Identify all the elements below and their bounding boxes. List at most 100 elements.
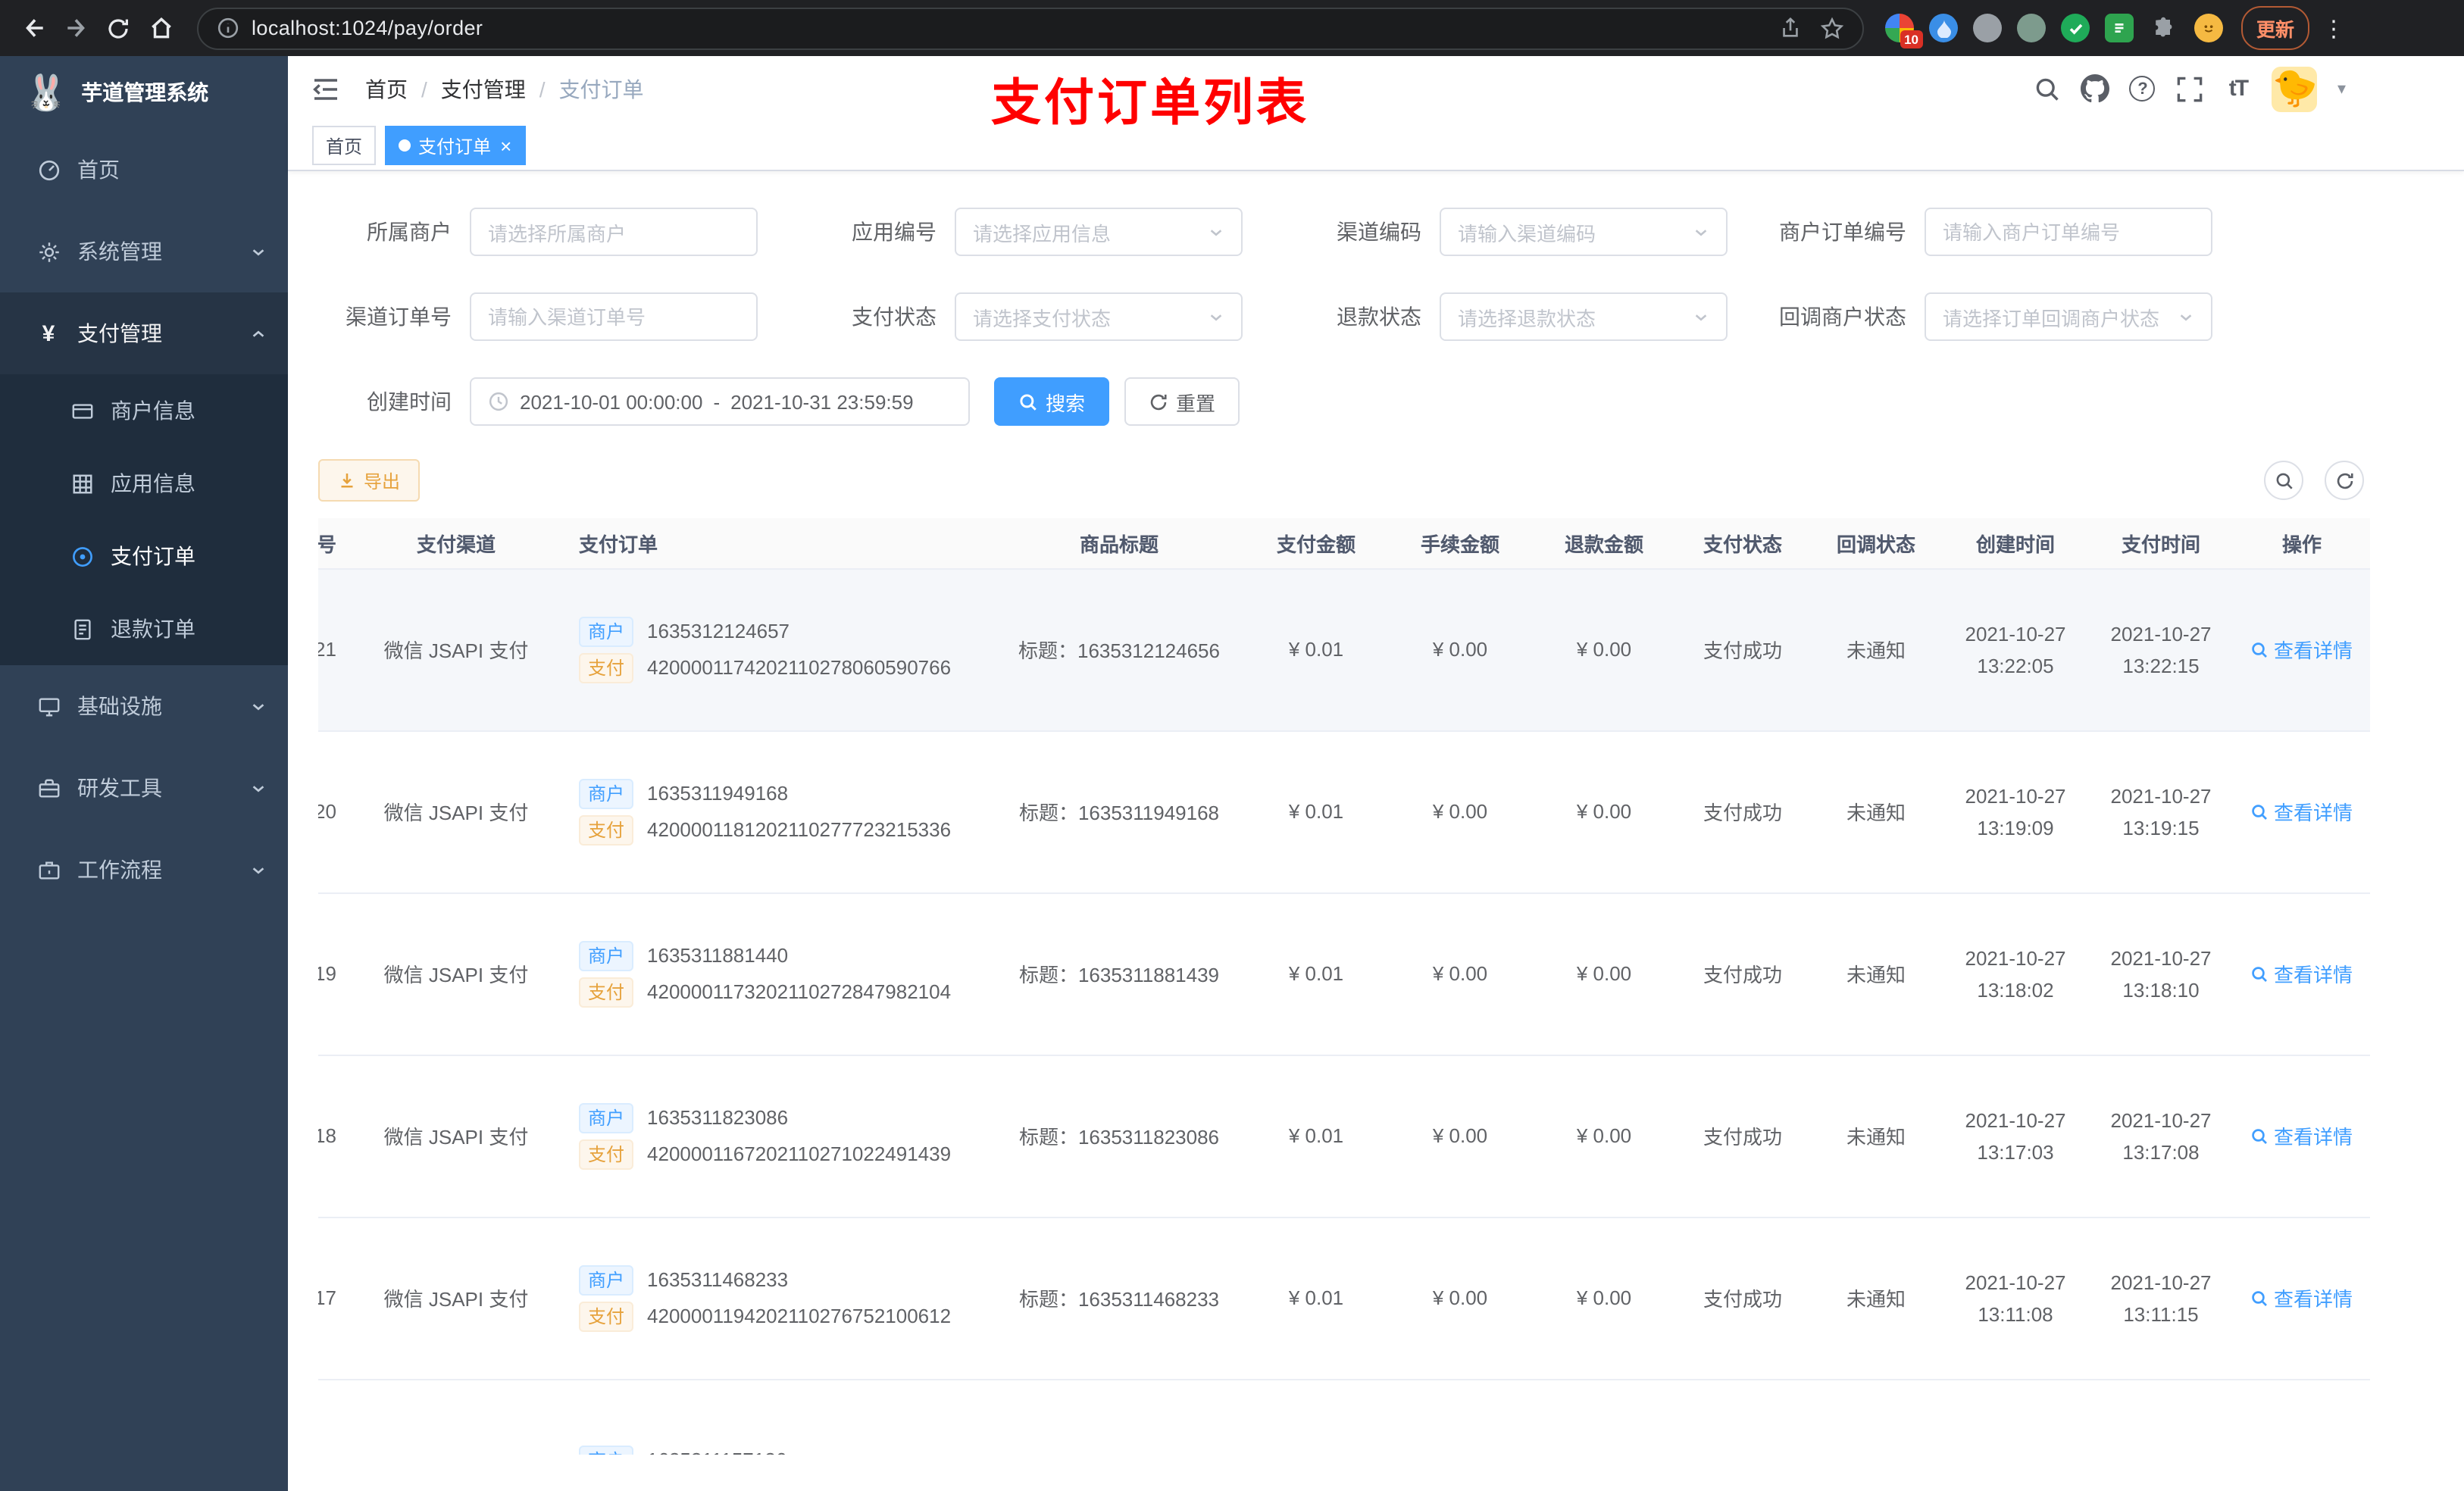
merchant-order-no-input[interactable] bbox=[1925, 208, 2212, 256]
cell-amount: ¥ 0.01 bbox=[1244, 568, 1388, 731]
cell-id bbox=[318, 1379, 373, 1455]
browser-menu-icon[interactable]: ⋮ bbox=[2322, 14, 2346, 42]
pay-tag: 支付 bbox=[579, 652, 634, 683]
user-avatar[interactable]: 🐤 bbox=[2272, 66, 2318, 111]
cell-channel: 微信 JSAPI 支付 bbox=[373, 1055, 539, 1217]
tab-label: 首页 bbox=[326, 136, 363, 157]
sidebar-item-label: 退款订单 bbox=[111, 617, 195, 641]
search-icon bbox=[2275, 472, 2292, 489]
sidebar-item-dev-tools[interactable]: 研发工具 bbox=[0, 747, 288, 829]
bookmark-star-icon[interactable] bbox=[1820, 16, 1844, 40]
forward-icon[interactable] bbox=[55, 7, 97, 49]
view-detail-link[interactable]: 查看详情 bbox=[2251, 959, 2353, 988]
app-select[interactable]: 请选择应用信息 bbox=[955, 208, 1243, 256]
gear-icon bbox=[36, 239, 61, 264]
cell-channel: 微信 JSAPI 支付 bbox=[373, 730, 539, 893]
browser-update-button[interactable]: 更新 bbox=[2241, 6, 2310, 50]
extensions-puzzle-icon[interactable] bbox=[2149, 13, 2179, 43]
view-detail-link[interactable]: 查看详情 bbox=[2251, 1121, 2353, 1150]
breadcrumb-section[interactable]: 支付管理 bbox=[441, 73, 526, 104]
merchant-order-no: 1635311949168 bbox=[647, 782, 789, 805]
cell-fee: ¥ 0.00 bbox=[1388, 568, 1532, 731]
site-info-icon[interactable] bbox=[217, 17, 239, 39]
refund-status-select[interactable]: 请选择退款状态 bbox=[1440, 292, 1728, 341]
extension-chat-icon[interactable] bbox=[2105, 14, 2134, 42]
filter-label-merchant: 所属商户 bbox=[367, 220, 452, 244]
page-content: 所属商户 请选择所属商户 应用编号 请选择应用信息 渠道编码 请输入渠道编码 商… bbox=[288, 171, 2464, 1491]
extension-colorful-icon[interactable]: 10 bbox=[1885, 14, 1923, 48]
cell-fee: ¥ 0.00 bbox=[1388, 730, 1532, 893]
view-detail-link[interactable]: 查看详情 bbox=[2251, 797, 2353, 826]
tab-pay-order[interactable]: 支付订单 × bbox=[385, 126, 526, 165]
sidebar-item-pay[interactable]: ¥ 支付管理 bbox=[0, 292, 288, 374]
sidebar-item-app-info[interactable]: 应用信息 bbox=[0, 447, 288, 520]
merchant-tag: 商户 bbox=[579, 940, 634, 971]
toggle-search-button[interactable] bbox=[2264, 461, 2303, 500]
export-button[interactable]: 导出 bbox=[318, 459, 421, 502]
reload-icon[interactable] bbox=[97, 7, 139, 49]
channel-order-no-input[interactable] bbox=[470, 292, 758, 341]
sidebar-item-pay-order[interactable]: 支付订单 bbox=[0, 520, 288, 592]
merchant-order-no: 1635311468233 bbox=[647, 1268, 789, 1291]
refresh-table-button[interactable] bbox=[2325, 461, 2364, 500]
merchant-select[interactable]: 请选择所属商户 bbox=[470, 208, 758, 256]
github-icon[interactable] bbox=[2081, 74, 2110, 103]
cell-notify: 未通知 bbox=[1809, 892, 1943, 1055]
breadcrumb-home[interactable]: 首页 bbox=[365, 73, 408, 104]
search-icon[interactable] bbox=[2033, 74, 2062, 103]
fullscreen-icon[interactable] bbox=[2175, 74, 2204, 103]
extension-sage-icon[interactable] bbox=[2017, 14, 2046, 42]
reset-button[interactable]: 重置 bbox=[1124, 377, 1240, 426]
search-button[interactable]: 搜索 bbox=[994, 377, 1110, 426]
tab-close-icon[interactable]: × bbox=[500, 136, 511, 155]
cell-create-time: 2021-10-27 13:22:05 bbox=[1943, 568, 2088, 731]
cell-create-time: 2021-10-27 13:11:08 bbox=[1943, 1217, 2088, 1380]
channel-code-select[interactable]: 请输入渠道编码 bbox=[1440, 208, 1728, 256]
caret-down-icon[interactable]: ▾ bbox=[2337, 79, 2346, 98]
cell-id: 117 bbox=[318, 1217, 373, 1380]
cell-fee: ¥ 0.00 bbox=[1388, 1217, 1532, 1380]
extension-drop-icon[interactable] bbox=[1929, 14, 1958, 42]
url-text: localhost:1024/pay/order bbox=[252, 17, 483, 39]
extension-check-icon[interactable] bbox=[2061, 14, 2090, 42]
profile-avatar-icon[interactable] bbox=[2194, 14, 2223, 42]
share-icon[interactable] bbox=[1779, 17, 1802, 39]
search-icon bbox=[1020, 393, 1037, 410]
top-navbar: 首页 / 支付管理 / 支付订单 支付订单列表 ? tT 🐤 ▾ bbox=[288, 56, 2464, 130]
cell-title: 标题：1635311468233 bbox=[994, 1217, 1244, 1380]
sidebar-item-label: 基础设施 bbox=[77, 694, 162, 718]
channel-order-no: 4200001194202110276752100612 bbox=[647, 1305, 952, 1327]
cell-status bbox=[1676, 1379, 1809, 1455]
cell-title: 标题：1635311949168 bbox=[994, 730, 1244, 893]
merchant-order-no: 1635311823086 bbox=[647, 1106, 789, 1129]
pay-status-select[interactable]: 请选择支付状态 bbox=[955, 292, 1243, 341]
home-icon[interactable] bbox=[139, 7, 182, 49]
view-detail-link[interactable]: 查看详情 bbox=[2251, 1283, 2353, 1312]
sidebar-item-workflow[interactable]: 工作流程 bbox=[0, 829, 288, 911]
sidebar-toggle-icon[interactable] bbox=[311, 73, 341, 104]
cell-title: 标题：1635311881439 bbox=[994, 892, 1244, 1055]
sidebar-item-merchant-info[interactable]: 商户信息 bbox=[0, 374, 288, 447]
sidebar-item-refund-order[interactable]: 退款订单 bbox=[0, 592, 288, 665]
back-icon[interactable] bbox=[12, 7, 55, 49]
tab-home[interactable]: 首页 bbox=[312, 126, 377, 165]
view-detail-link[interactable]: 查看详情 bbox=[2251, 635, 2353, 664]
dashboard-icon bbox=[36, 158, 61, 182]
header-fee: 手续金额 bbox=[1388, 518, 1532, 569]
font-size-icon[interactable]: tT bbox=[2224, 74, 2253, 103]
cell-action bbox=[2234, 1379, 2370, 1455]
sidebar-item-system[interactable]: 系统管理 bbox=[0, 211, 288, 292]
app-title: 芋道管理系统 bbox=[81, 80, 209, 105]
sidebar-item-home[interactable]: 首页 bbox=[0, 129, 288, 211]
create-time-range-picker[interactable]: 2021-10-01 00:00:00 - 2021-10-31 23:59:5… bbox=[470, 377, 970, 426]
sidebar-item-infra[interactable]: 基础设施 bbox=[0, 665, 288, 747]
document-icon bbox=[70, 617, 94, 641]
cell-action: 查看详情 bbox=[2234, 1217, 2370, 1380]
extension-gray-icon[interactable] bbox=[1973, 14, 2002, 42]
address-bar[interactable]: localhost:1024/pay/order bbox=[197, 7, 1864, 49]
channel-order-no: 4200001173202110272847982104 bbox=[647, 980, 952, 1003]
cell-notify: 未通知 bbox=[1809, 568, 1943, 731]
help-icon[interactable]: ? bbox=[2129, 76, 2156, 102]
notify-status-select[interactable]: 请选择订单回调商户状态 bbox=[1925, 292, 2212, 341]
filter-label-channel-order-no: 渠道订单号 bbox=[346, 305, 452, 329]
